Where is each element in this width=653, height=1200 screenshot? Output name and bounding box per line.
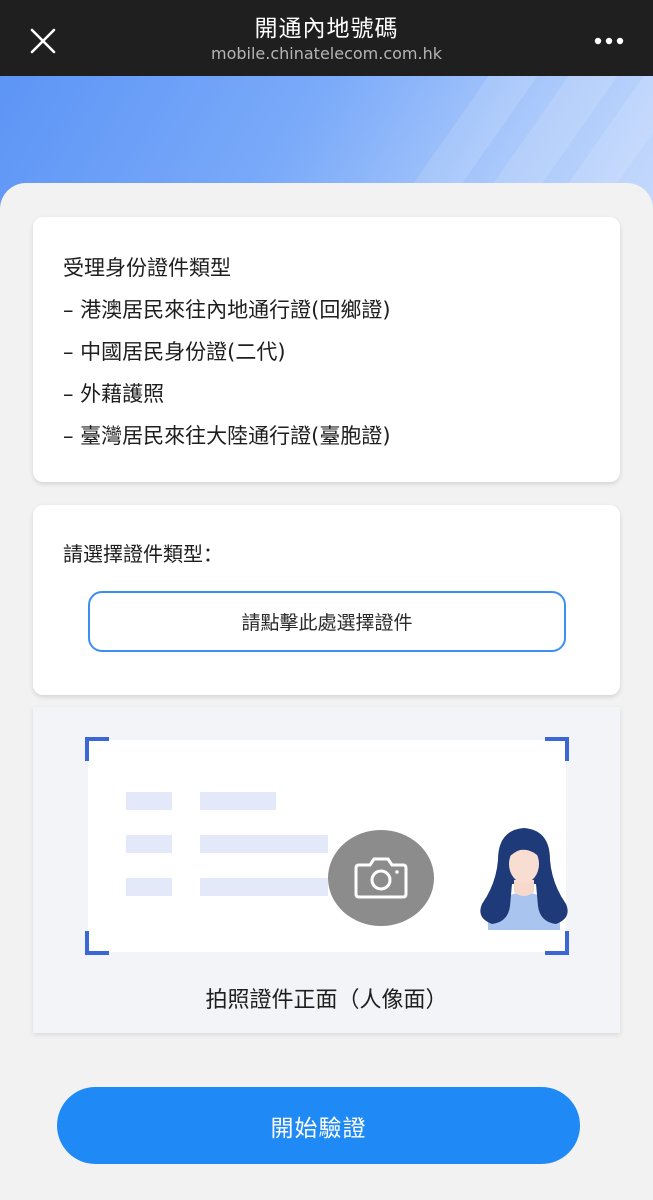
- placeholder-bar: [126, 878, 172, 896]
- accepted-id-types-card: 受理身份證件類型 – 港澳居民來往內地通行證(回鄉證) – 中國居民身份證(二代…: [33, 217, 620, 482]
- id-photo-capture-area[interactable]: [88, 740, 568, 952]
- top-bar: 開通內地號碼 mobile.chinatelecom.com.hk: [0, 0, 653, 76]
- page-title: 開通內地號碼: [254, 16, 399, 42]
- start-verification-button[interactable]: 開始驗證: [57, 1087, 580, 1164]
- frame-corner: [545, 737, 569, 761]
- photo-caption: 拍照證件正面（人像面）: [205, 988, 448, 1013]
- id-type-item: – 中國居民身份證(二代): [63, 340, 286, 364]
- select-id-type-button[interactable]: 請點擊此處選擇證件: [88, 591, 566, 652]
- placeholder-bar: [200, 792, 276, 810]
- id-photo-card: 拍照證件正面（人像面）: [33, 707, 620, 1033]
- frame-corner: [85, 737, 109, 761]
- placeholder-bar: [200, 835, 328, 853]
- id-type-item: – 港澳居民來往內地通行證(回鄉證): [63, 298, 391, 322]
- id-type-item: – 外藉護照: [63, 382, 165, 406]
- portrait-illustration: [480, 828, 568, 930]
- select-id-type-card: 請選擇證件類型： 請點擊此處選擇證件: [33, 505, 620, 695]
- more-button[interactable]: [587, 20, 631, 62]
- placeholder-bar: [126, 792, 172, 810]
- frame-corner: [545, 931, 569, 955]
- frame-corner: [85, 931, 109, 955]
- more-dots-icon: [594, 37, 624, 45]
- select-id-type-label: 請選擇證件類型：: [63, 542, 223, 566]
- id-type-item: – 臺灣居民來往大陸通行證(臺胞證): [63, 424, 391, 448]
- placeholder-bar: [200, 878, 328, 896]
- title-block: 開通內地號碼 mobile.chinatelecom.com.hk: [0, 14, 653, 64]
- page-url: mobile.chinatelecom.com.hk: [210, 44, 442, 63]
- camera-icon: [354, 857, 408, 899]
- placeholder-bar: [126, 835, 172, 853]
- take-photo-button[interactable]: [328, 830, 434, 926]
- id-types-heading: 受理身份證件類型: [63, 256, 231, 280]
